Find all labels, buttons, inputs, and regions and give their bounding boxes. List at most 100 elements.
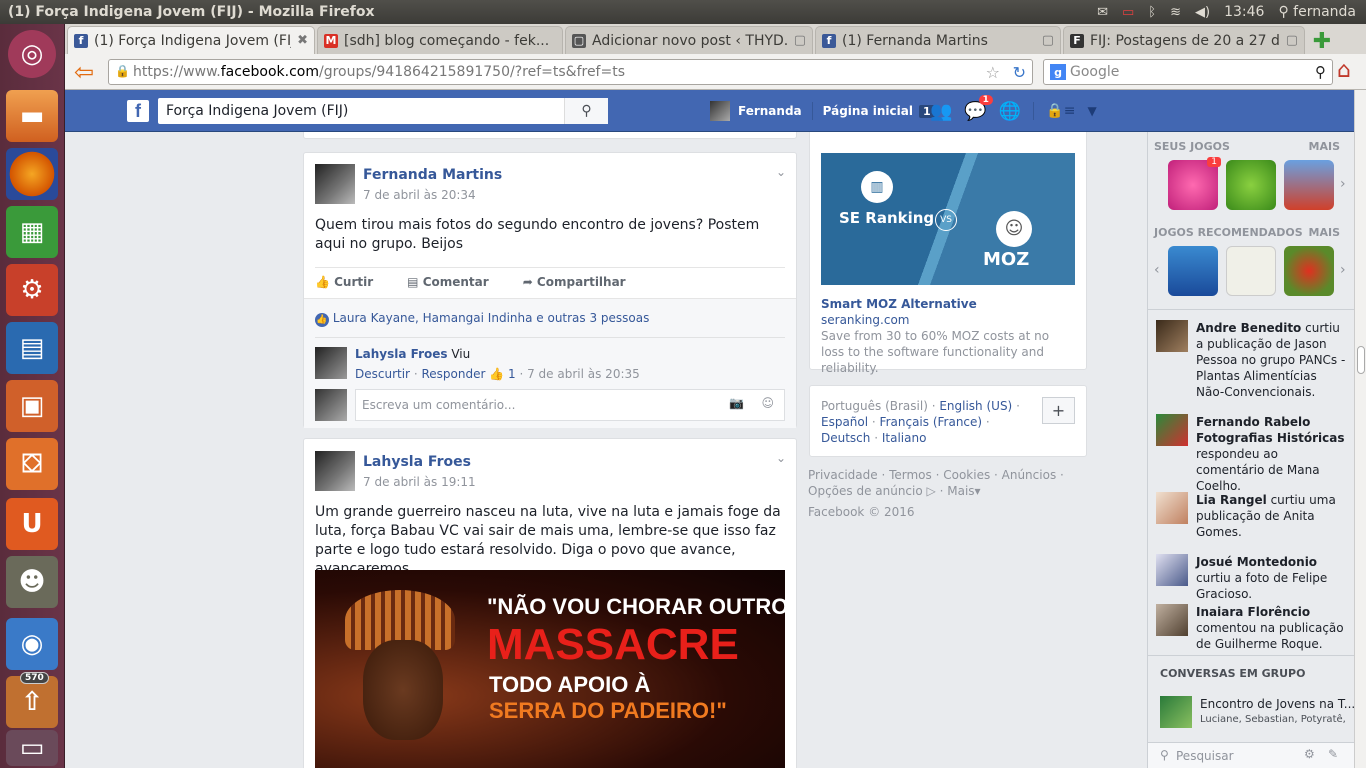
messages-icon[interactable]: 💬 1 — [964, 94, 993, 122]
home-icon[interactable]: ⌂ — [1337, 58, 1351, 83]
back-arrow-icon[interactable]: ⇦ — [69, 57, 99, 87]
software-center-icon[interactable]: ⛋ — [6, 438, 58, 490]
chromium-icon[interactable]: ◉ — [6, 618, 58, 670]
ticker-item[interactable]: Lia Rangel curtiu uma publicação de Anit… — [1156, 492, 1346, 540]
clock-game-icon[interactable] — [1226, 246, 1276, 296]
mail-icon[interactable]: ✉ — [1097, 5, 1108, 20]
files-icon[interactable]: ▬ — [6, 90, 58, 142]
notifications-globe-icon[interactable]: 🌐 — [999, 101, 1021, 122]
tab-wordpress[interactable]: ▢ Adicionar novo post ‹ THYD... ▢ — [565, 26, 813, 54]
avatar[interactable] — [315, 347, 347, 379]
language-link[interactable]: Italiano — [882, 431, 927, 445]
ticker-item[interactable]: Fernando Rabelo Fotografias Históricas r… — [1156, 414, 1346, 494]
more-link[interactable]: MAIS — [1309, 226, 1340, 239]
reload-icon[interactable]: ↻ — [1013, 63, 1026, 82]
post-timestamp[interactable]: 7 de abril às 19:11 — [363, 475, 476, 489]
google-engine-icon[interactable]: g — [1050, 64, 1066, 80]
likes-summary[interactable]: 👍 Laura Kayane, Hamangai Indinha e outra… — [315, 311, 649, 327]
close-tab-icon[interactable]: ▢ — [1042, 33, 1054, 48]
frozen-game-icon[interactable] — [1168, 246, 1218, 296]
unlike-link[interactable]: Descurtir — [355, 367, 410, 381]
comment-author[interactable]: Lahysla Froes — [355, 347, 448, 361]
post-options-chevron-icon[interactable]: ⌄ — [776, 165, 786, 179]
writer-icon[interactable]: ▤ — [6, 322, 58, 374]
facebook-logo-icon[interactable]: f — [127, 100, 149, 122]
share-button[interactable]: ➦ Compartilhar — [523, 275, 626, 289]
language-link[interactable]: Français (France) — [880, 415, 983, 429]
close-tab-icon[interactable]: ▢ — [794, 33, 806, 48]
settings-icon[interactable]: ⚙ — [6, 264, 58, 316]
avatar[interactable] — [315, 451, 355, 491]
new-message-icon[interactable]: ✎ — [1328, 747, 1338, 761]
privacy-shortcuts-icon[interactable]: 🔒≡ — [1046, 103, 1075, 119]
chat-settings-gear-icon[interactable]: ⚙ — [1304, 747, 1315, 761]
language-link[interactable]: Español — [821, 415, 868, 429]
group-chat-item[interactable]: Encontro de Jovens na T... Luciane, Seba… — [1160, 694, 1354, 728]
ad-title[interactable]: Smart MOZ Alternative — [821, 297, 977, 311]
url-bar[interactable]: 🔒 https://www. facebook.com/groups/941864… — [108, 59, 1033, 85]
tab-fernanda[interactable]: f (1) Fernanda Martins ▢ — [815, 26, 1061, 54]
comment-like-count[interactable]: 👍 1 — [489, 367, 515, 381]
ticker-item[interactable]: Josué Montedonio curtiu a foto de Felipe… — [1156, 554, 1346, 602]
account-menu-chevron-icon[interactable]: ▼ — [1087, 104, 1096, 118]
comment-button[interactable]: ▤ Comentar — [407, 275, 489, 289]
profile-link[interactable]: Fernanda — [738, 104, 802, 118]
monster-game-icon[interactable] — [1226, 160, 1276, 210]
ticker-item[interactable]: Inaiara Florêncio comentou na publicação… — [1156, 604, 1346, 652]
candy-crush-icon[interactable]: 1 — [1168, 157, 1221, 210]
ubuntu-one-icon[interactable]: U — [6, 498, 58, 550]
close-tab-icon[interactable]: ▢ — [1286, 33, 1298, 48]
footer-more-link[interactable]: Mais — [947, 484, 974, 498]
ad-domain[interactable]: seranking.com — [821, 313, 909, 327]
comment-timestamp[interactable]: 7 de abril às 20:35 — [527, 367, 640, 381]
post-timestamp[interactable]: 7 de abril às 20:34 — [363, 188, 476, 202]
wifi-icon[interactable]: ≋ — [1170, 5, 1181, 20]
post-options-chevron-icon[interactable]: ⌄ — [776, 451, 786, 465]
language-link[interactable]: Deutsch — [821, 431, 870, 445]
post-image[interactable]: "NÃO VOU CHORAR OUTRO MASSACRE TODO APOI… — [315, 570, 788, 768]
web-search-box[interactable]: g Google ⚲ — [1043, 59, 1333, 85]
spreadsheet-icon[interactable]: ▦ — [6, 206, 58, 258]
search-icon[interactable]: ⚲ — [564, 98, 608, 124]
chat-search-bar[interactable]: ⚲ Pesquisar ⚙ ✎ — [1148, 742, 1354, 768]
reply-link[interactable]: Responder — [421, 367, 485, 381]
tab-gmail[interactable]: M [sdh] blog começando - fek... — [317, 26, 563, 54]
tab-fij-group[interactable]: f (1) Força Indigena Jovem (FIJ) ✖ — [67, 26, 315, 54]
ad-image[interactable]: ▥ SE Ranking VS ☺ MOZ — [821, 153, 1075, 285]
page-scrollbar[interactable] — [1354, 90, 1366, 768]
gimp-icon[interactable]: ☻ — [6, 556, 58, 608]
close-tab-icon[interactable]: ✖ — [297, 33, 308, 48]
chevron-right-icon[interactable]: › — [1340, 262, 1346, 278]
add-language-button[interactable]: + — [1042, 397, 1075, 424]
volume-icon[interactable]: ◀) — [1195, 5, 1210, 20]
more-link[interactable]: MAIS — [1309, 140, 1340, 153]
avatar[interactable] — [315, 164, 355, 204]
clock[interactable]: 13:46 — [1224, 4, 1264, 20]
user-menu[interactable]: ⚲ fernanda — [1278, 4, 1356, 20]
ticker-item[interactable]: Andre Benedito curtiu a publicação de Ja… — [1156, 320, 1346, 400]
comment-input[interactable]: Escreva um comentário... 📷 ☺ — [355, 389, 785, 421]
chevron-left-icon[interactable]: ‹ — [1154, 262, 1160, 278]
scrollbar-thumb[interactable] — [1357, 346, 1365, 374]
language-link[interactable]: English (US) — [939, 399, 1012, 413]
camera-icon[interactable]: 📷 — [729, 396, 744, 410]
battery-icon[interactable]: ▭ — [1122, 5, 1134, 20]
update-manager-icon[interactable]: ⇧ 570 — [6, 672, 58, 728]
emoji-icon[interactable]: ☺ — [761, 396, 774, 410]
millionaire-city-icon[interactable] — [1284, 160, 1334, 210]
impress-icon[interactable]: ▣ — [6, 380, 58, 432]
new-tab-button[interactable]: ✚ — [1309, 28, 1335, 54]
search-icon[interactable]: ⚲ — [1315, 63, 1326, 81]
angry-birds-icon[interactable] — [1284, 246, 1334, 296]
tab-fij-posts[interactable]: F FIJ: Postagens de 20 a 27 de... ▢ — [1063, 26, 1305, 54]
avatar[interactable] — [710, 101, 730, 121]
friend-requests-icon[interactable]: 👥 — [930, 101, 952, 122]
trash-icon[interactable]: ▭ — [6, 730, 58, 766]
firefox-icon[interactable] — [6, 148, 58, 200]
chevron-right-icon[interactable]: › — [1340, 176, 1346, 192]
bookmark-star-icon[interactable]: ☆ — [986, 63, 1000, 82]
post-author[interactable]: Fernanda Martins — [363, 167, 502, 183]
facebook-search-input[interactable]: Força Indigena Jovem (FIJ) ⚲ — [158, 98, 608, 124]
bluetooth-icon[interactable]: ᛒ — [1148, 5, 1156, 20]
ubuntu-logo-icon[interactable]: ◎ — [8, 30, 56, 78]
